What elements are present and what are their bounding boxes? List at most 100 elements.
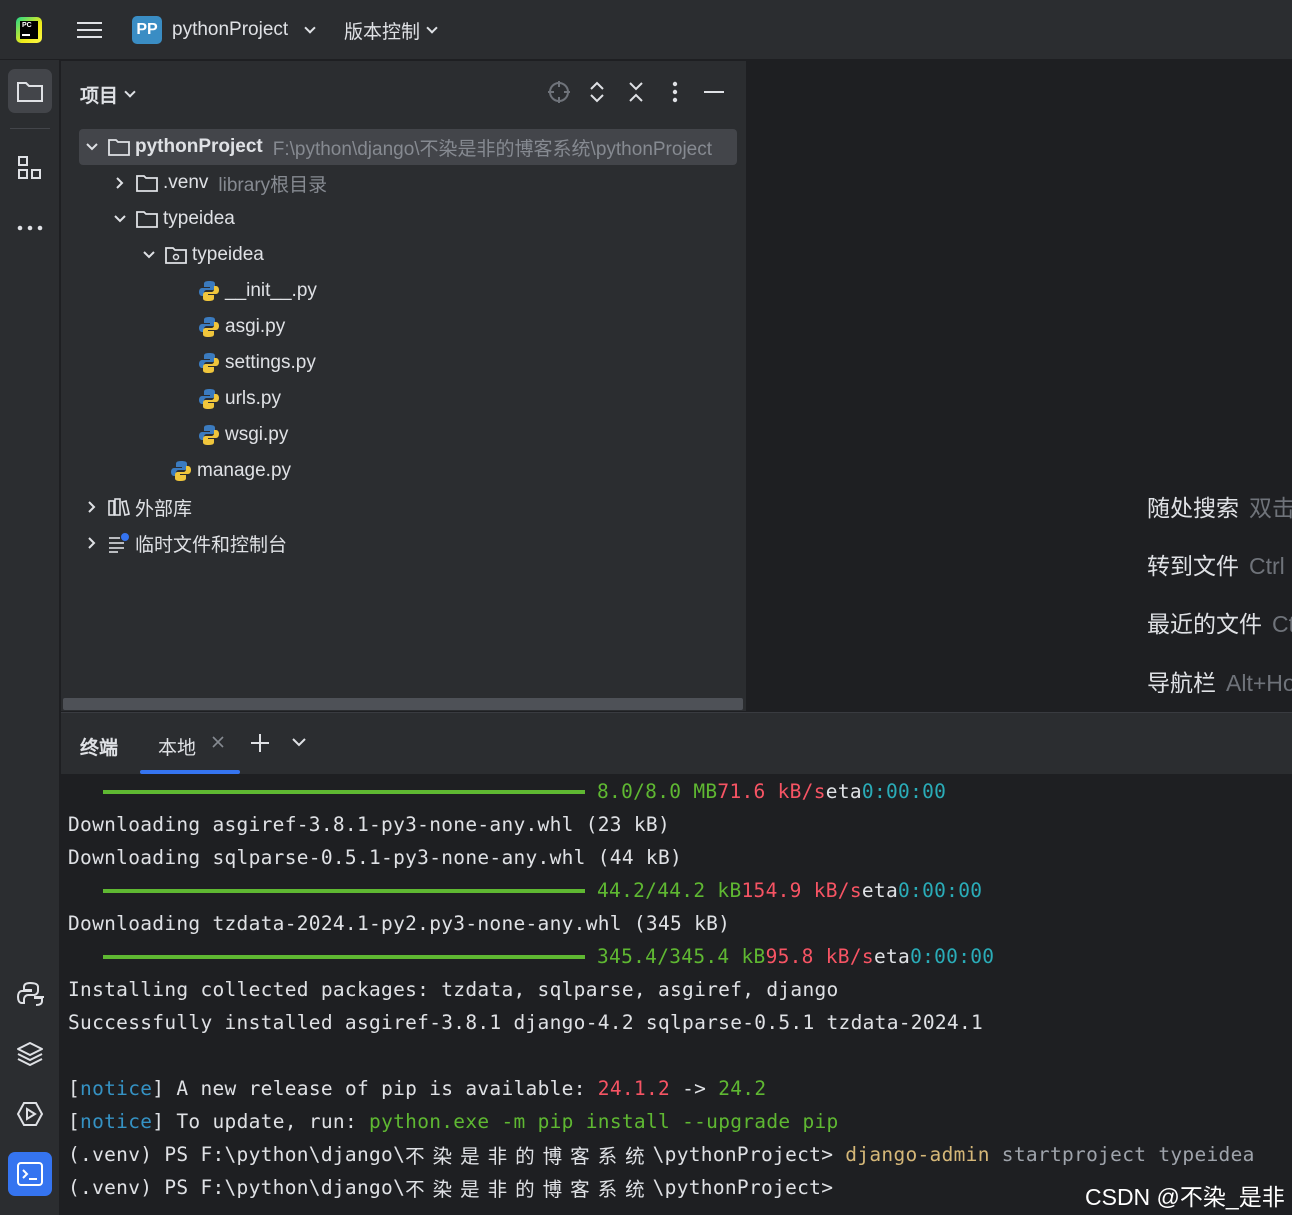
- chevron-down-icon: [426, 21, 438, 34]
- folder-icon: [135, 208, 159, 230]
- python-file-icon: [197, 424, 221, 446]
- python-file-icon: [197, 316, 221, 338]
- tree-item-scratches[interactable]: 临时文件和控制台: [83, 525, 287, 561]
- terminal-line: 44.2/44.2 kB 154.9 kB/s eta 0:00:00: [68, 874, 982, 907]
- project-switcher[interactable]: PP pythonProject: [132, 0, 316, 60]
- tree-item-label: settings.py: [225, 352, 316, 373]
- terminal-icon[interactable]: [8, 1152, 52, 1196]
- terminal-line: Installing collected packages: tzdata, s…: [68, 978, 839, 1001]
- terminal-tab-bar: 终端 本地: [61, 713, 1292, 774]
- scratches-icon: [107, 532, 131, 554]
- hint-recent-files: 最近的文件Ctrl: [1147, 611, 1292, 637]
- python-file-icon: [169, 460, 193, 482]
- terminal-line: Downloading sqlparse-0.5.1-py3-none-any.…: [68, 846, 683, 869]
- terminal-line: (.venv) PS F:\python\django\ 不染是非的博客系统 \py…: [68, 1143, 1255, 1168]
- tree-item-label: wsgi.py: [225, 424, 289, 445]
- options-kebab-icon[interactable]: [662, 79, 688, 105]
- new-tab-plus-icon[interactable]: [250, 733, 270, 753]
- chevron-right-icon[interactable]: [83, 534, 101, 552]
- tree-item-file[interactable]: __init__.py: [197, 273, 317, 309]
- project-panel-title: 项目: [80, 86, 119, 107]
- structure-icon[interactable]: [8, 146, 52, 190]
- tree-item-label: typeidea: [192, 244, 264, 265]
- terminal-line: Downloading tzdata-2024.1-py2.py3-none-a…: [68, 912, 731, 935]
- tree-item-label: manage.py: [197, 460, 292, 481]
- project-panel-header: 项目: [61, 61, 746, 123]
- python-file-icon: [197, 388, 221, 410]
- hint-search-everywhere: 随处搜索 双击: [1147, 495, 1292, 521]
- project-folder-icon[interactable]: [8, 69, 52, 113]
- library-icon: [107, 496, 131, 518]
- project-badge: PP: [132, 16, 162, 44]
- tree-item-typeidea-package[interactable]: typeidea: [140, 237, 264, 273]
- chevron-down-icon[interactable]: [83, 138, 101, 156]
- terminal-line: Successfully installed asgiref-3.8.1 dja…: [68, 1011, 984, 1034]
- project-name: pythonProject: [172, 19, 289, 40]
- tree-item-label: urls.py: [225, 388, 281, 409]
- tree-item-file[interactable]: urls.py: [197, 381, 281, 417]
- tree-item-label: .venv: [163, 172, 209, 193]
- package-folder-icon: [164, 244, 188, 266]
- terminal-output[interactable]: 8.0/8.0 MB 71.6 kB/s eta 0:00:00 Downloa…: [61, 774, 1292, 1215]
- tree-item-label: typeidea: [163, 208, 235, 229]
- tree-item-label: 外部库: [135, 498, 193, 520]
- chevron-down-icon: [304, 21, 316, 34]
- title-bar: PC PP pythonProject 版本控制: [0, 0, 1292, 60]
- chevron-down-icon: [124, 86, 136, 98]
- hint-navigation-bar: 导航栏Alt+Home: [1147, 670, 1292, 696]
- progress-bar: [103, 789, 585, 794]
- vcs-label: 版本控制: [344, 21, 421, 43]
- terminal-prompt-line[interactable]: (.venv) PS F:\python\django\ 不染是非的博客系统 \py…: [68, 1171, 833, 1204]
- folder-icon: [135, 172, 159, 194]
- tree-item-venv[interactable]: .venv library根目录: [111, 165, 327, 201]
- collapse-all-icon[interactable]: [623, 79, 649, 105]
- terminal-line: 345.4/345.4 kB 95.8 kB/s eta 0:00:00: [68, 940, 994, 973]
- close-tab-icon[interactable]: [211, 735, 225, 749]
- terminal-line: [notice] To update, run: python.exe -m p…: [68, 1110, 839, 1133]
- chevron-right-icon[interactable]: [111, 174, 129, 192]
- tree-item-hint: library根目录: [218, 174, 328, 196]
- tree-item-label: pythonProject: [135, 136, 263, 157]
- hide-panel-icon[interactable]: [701, 79, 727, 105]
- layers-icon[interactable]: [8, 1032, 52, 1076]
- tree-item-label: asgi.py: [225, 316, 286, 337]
- tree-item-label: 临时文件和控制台: [135, 534, 288, 556]
- chevron-right-icon[interactable]: [83, 498, 101, 516]
- chevron-down-icon[interactable]: [111, 210, 129, 228]
- tree-item-file[interactable]: wsgi.py: [197, 417, 288, 453]
- main-menu-icon[interactable]: [76, 0, 102, 60]
- tool-window-bar: [0, 60, 60, 1215]
- tree-item-label: __init__.py: [225, 280, 317, 301]
- tree-item-external-libraries[interactable]: 外部库: [83, 489, 192, 525]
- python-console-icon[interactable]: [8, 972, 52, 1016]
- tree-item-typeidea[interactable]: typeidea: [111, 201, 235, 237]
- expand-all-icon[interactable]: [584, 79, 610, 105]
- horizontal-scrollbar[interactable]: [63, 698, 743, 710]
- terminal-line: [notice] A new release of pip is availab…: [68, 1077, 767, 1100]
- chevron-down-icon[interactable]: [291, 735, 307, 751]
- services-icon[interactable]: [8, 1092, 52, 1136]
- folder-icon: [107, 136, 131, 158]
- terminal-title: 终端: [80, 738, 119, 759]
- csdn-watermark: CSDN @不染_是非: [1085, 1184, 1285, 1210]
- toolbar-separator: [10, 128, 50, 129]
- python-file-icon: [197, 280, 221, 302]
- project-view-selector[interactable]: 项目: [80, 81, 136, 108]
- terminal-tool-window: 终端 本地 8.0/8.0 MB 71.6 kB/s eta 0:00:00 D…: [61, 712, 1292, 1215]
- vcs-menu[interactable]: 版本控制: [344, 0, 438, 60]
- terminal-line: Downloading asgiref-3.8.1-py3-none-any.w…: [68, 813, 670, 836]
- tree-item-file[interactable]: settings.py: [197, 345, 316, 381]
- tab-local[interactable]: 本地: [158, 733, 196, 760]
- project-tool-window: 项目 pythonProject F:\python\django\不染是非的博…: [61, 61, 746, 711]
- tree-item-file[interactable]: manage.py: [169, 453, 291, 489]
- pycharm-logo-icon[interactable]: PC: [16, 0, 44, 60]
- python-file-icon: [197, 352, 221, 374]
- tree-item-file[interactable]: asgi.py: [197, 309, 285, 345]
- chevron-down-icon[interactable]: [140, 246, 158, 264]
- tree-item-path-hint: F:\python\django\不染是非的博客系统\pythonProject: [272, 138, 713, 160]
- tree-item-pythonproject[interactable]: pythonProject F:\python\django\不染是非的博客系统…: [79, 129, 737, 165]
- locate-icon[interactable]: [546, 79, 572, 105]
- editor-empty-area: 随处搜索双击 转到文件Ctrl 最近的文件Ctrl 导航栏Alt+Home: [747, 61, 1292, 711]
- hint-goto-file: 转到文件 Ctrl: [1147, 553, 1285, 579]
- more-tools-icon[interactable]: [8, 206, 52, 250]
